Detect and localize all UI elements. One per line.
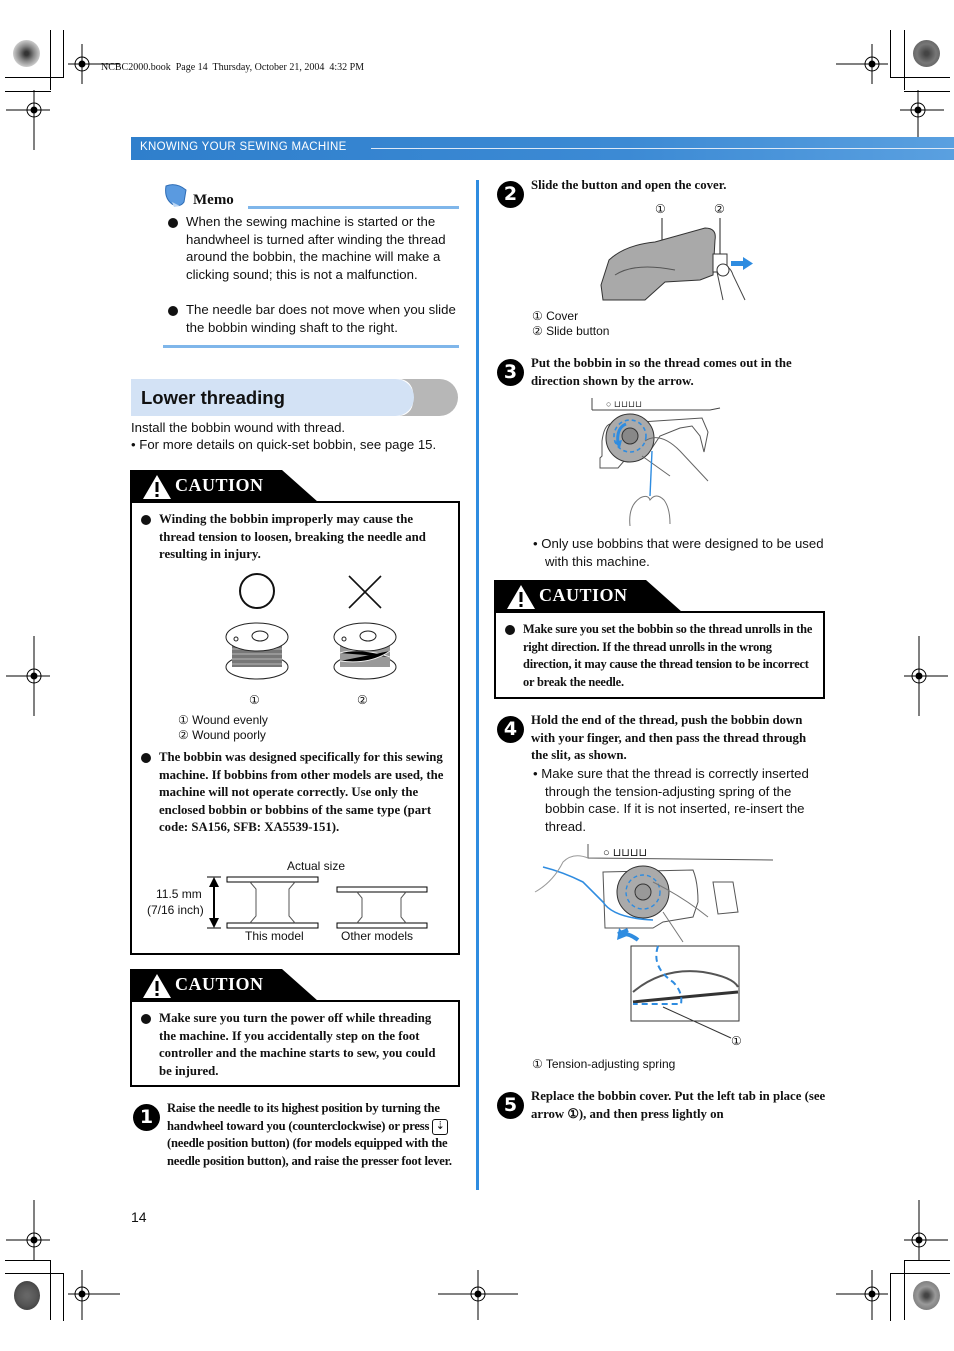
memo-title-rule <box>248 206 459 209</box>
step-number-badge: 4 <box>497 716 524 743</box>
size-dimension-mm: 11.5 mm <box>156 887 202 901</box>
registration-target-icon <box>14 1281 40 1310</box>
correct-circle-icon <box>239 573 275 609</box>
column-divider <box>476 180 479 1190</box>
caution-box: Make sure you turn the power off while t… <box>130 1000 460 1087</box>
figure-legend-item: ② Wound poorly <box>178 728 266 742</box>
section-title: Lower threading <box>141 387 285 408</box>
caution-item: Make sure you set the bobbin so the thre… <box>523 622 813 689</box>
registration-crosshair-icon <box>836 1270 888 1320</box>
bullet-icon <box>505 625 515 635</box>
callout-1: ① <box>249 693 260 707</box>
registration-crosshair-icon <box>904 1200 948 1260</box>
caution-box: Winding the bobbin improperly may cause … <box>130 501 460 955</box>
registration-crosshair-icon <box>904 636 948 716</box>
needle-position-button-icon: ⇣ <box>432 1118 449 1135</box>
slide-direction-arrow-icon <box>731 257 753 270</box>
header-rule <box>371 148 954 149</box>
page-number: 14 <box>131 1209 147 1225</box>
caution-label: CAUTION <box>539 585 628 605</box>
step-note: • Only use bobbins that were designed to… <box>533 536 824 569</box>
registration-target-icon <box>913 1281 940 1310</box>
print-slug: NCBC2000.book Page 14 Thursday, October … <box>101 62 365 73</box>
registration-crosshair-icon <box>438 1270 518 1320</box>
chapter-title: KNOWING YOUR SEWING MACHINE <box>140 141 347 153</box>
size-figure-title: Actual size <box>287 859 346 873</box>
bobbin-wound-poorly-image <box>333 622 397 680</box>
registration-crosshair-icon <box>6 1200 50 1260</box>
caution-item: Make sure you turn the power off while t… <box>159 1011 436 1078</box>
registration-target-icon <box>913 40 940 67</box>
size-label-other-models: Other models <box>341 929 414 943</box>
caution-item: The bobbin was designed specifically for… <box>159 750 444 835</box>
bobbin-cover-figure: ① ② <box>595 200 760 305</box>
memo-title: Memo <box>193 192 234 208</box>
figure-legend-item: ① Tension-adjusting spring <box>532 1057 676 1071</box>
bobbin-size-diagram <box>207 876 428 929</box>
caution-item: Winding the bobbin improperly may cause … <box>159 512 426 562</box>
caution-header: CAUTION <box>130 969 318 1001</box>
figure-legend-item: ① Cover <box>532 309 579 323</box>
svg-text:○ ⊔⊔⊔⊔: ○ ⊔⊔⊔⊔ <box>606 399 642 409</box>
section-header: Lower threading <box>131 379 458 416</box>
bobbin-insertion-figure: ○ ⊔⊔⊔⊔ <box>591 398 721 527</box>
section-intro: Install the bobbin wound with thread. <box>131 420 346 435</box>
step-text: Raise the needle to its highest position… <box>167 1101 452 1168</box>
registration-crosshair-icon <box>68 1270 120 1320</box>
chapter-header: KNOWING YOUR SEWING MACHINE <box>131 137 954 160</box>
warning-triangle-icon <box>143 974 171 998</box>
bullet-icon <box>141 1014 151 1024</box>
step-text: Put the bobbin in so the thread comes ou… <box>531 356 792 388</box>
callout-1: ① <box>731 1034 742 1048</box>
memo-item: The needle bar does not move when you sl… <box>186 302 456 335</box>
bobbin-winding-figure: ① ② <box>217 571 397 711</box>
callout-2: ② <box>357 693 368 707</box>
incorrect-cross-icon <box>348 575 382 609</box>
bullet-icon <box>141 515 151 525</box>
size-label-this-model: This model <box>245 929 304 943</box>
size-dimension-in: (7/16 inch) <box>147 903 204 917</box>
section-intro-note: • For more details on quick-set bobbin, … <box>131 437 437 452</box>
step-number-badge: 2 <box>497 181 524 208</box>
step-number-badge: 1 <box>133 1104 160 1131</box>
caution-box: Make sure you set the bobbin so the thre… <box>494 611 825 699</box>
warning-triangle-icon <box>143 475 171 499</box>
step-text: Slide the button and open the cover. <box>531 178 727 192</box>
memo-item: When the sewing machine is started or th… <box>186 214 446 283</box>
step-number-badge: 5 <box>497 1092 524 1119</box>
bobbin-wound-evenly-image <box>225 622 289 680</box>
memo-bottom-rule <box>163 345 459 348</box>
step-note: • Make sure that the thread is correctly… <box>533 766 809 835</box>
caution-label: CAUTION <box>175 475 264 495</box>
bullet-icon <box>141 753 151 763</box>
caution-label: CAUTION <box>175 974 264 994</box>
step-text: Replace the bobbin cover. Put the left t… <box>531 1089 826 1121</box>
thread-through-slit-figure: ○ ⊔⊔⊔⊔ <box>534 844 774 1039</box>
memo-pencil-icon <box>165 184 187 207</box>
caution-header: CAUTION <box>130 470 318 502</box>
registration-crosshair-icon <box>836 44 888 84</box>
figure-legend-item: ① Wound evenly <box>178 713 268 727</box>
registration-target-icon <box>13 40 40 67</box>
figure-legend-item: ② Slide button <box>532 324 610 338</box>
memo-box: Memo When the sewing machine is started … <box>162 180 459 350</box>
registration-crosshair-icon <box>6 636 50 716</box>
caution-header: CAUTION <box>494 580 682 612</box>
step-text: Hold the end of the thread, push the bob… <box>531 713 807 763</box>
bullet-icon <box>168 218 178 228</box>
registration-crosshair-icon <box>6 90 50 150</box>
warning-triangle-icon <box>507 585 535 609</box>
bullet-icon <box>168 306 178 316</box>
svg-text:○ ⊔⊔⊔⊔: ○ ⊔⊔⊔⊔ <box>603 847 647 859</box>
step-number-badge: 3 <box>497 359 524 386</box>
